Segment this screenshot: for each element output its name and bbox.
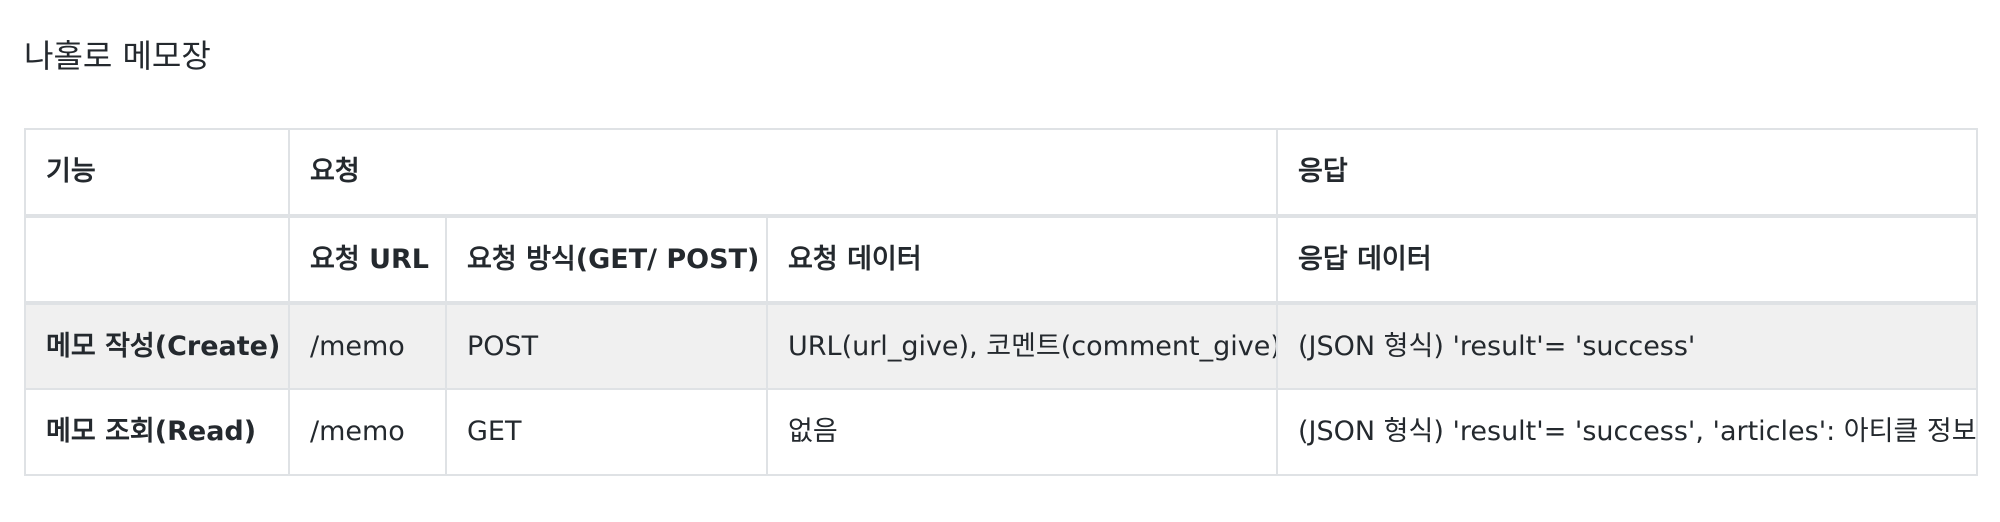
- header-response: 응답: [1276, 128, 1978, 217]
- table-body: 메모 작성(Create) /memo POST URL(url_give), …: [24, 301, 1978, 476]
- table-header: 기능 요청 응답 요청 URL 요청 방식(GET/ POST) 요청 데이터 …: [24, 128, 1978, 304]
- cell-method: POST: [445, 301, 768, 390]
- cell-response-data: (JSON 형식) 'result'= 'success': [1276, 301, 1978, 390]
- cell-feature: 메모 작성(Create): [24, 301, 290, 390]
- header-request: 요청: [288, 128, 1278, 217]
- subheader-request-method: 요청 방식(GET/ POST): [445, 214, 768, 304]
- subheader-request-data: 요청 데이터: [766, 214, 1278, 304]
- table-row: 메모 작성(Create) /memo POST URL(url_give), …: [24, 301, 1978, 390]
- cell-url: /memo: [288, 301, 447, 390]
- table-subheader-row: 요청 URL 요청 방식(GET/ POST) 요청 데이터 응답 데이터: [24, 214, 1978, 304]
- subheader-feature: [24, 214, 290, 304]
- cell-request-data: URL(url_give), 코멘트(comment_give): [766, 301, 1278, 390]
- subheader-request-url: 요청 URL: [288, 214, 447, 304]
- subheader-response-data: 응답 데이터: [1276, 214, 1978, 304]
- cell-response-data: (JSON 형식) 'result'= 'success', 'articles…: [1276, 388, 1978, 476]
- header-feature: 기능: [24, 128, 290, 217]
- table-header-row: 기능 요청 응답: [24, 128, 1978, 217]
- cell-request-data: 없음: [766, 388, 1278, 476]
- api-spec-table: 기능 요청 응답 요청 URL 요청 방식(GET/ POST) 요청 데이터 …: [24, 128, 1978, 476]
- table-row: 메모 조회(Read) /memo GET 없음 (JSON 형식) 'resu…: [24, 388, 1978, 476]
- cell-url: /memo: [288, 388, 447, 476]
- page-title: 나홀로 메모장: [24, 37, 211, 75]
- cell-method: GET: [445, 388, 768, 476]
- cell-feature: 메모 조회(Read): [24, 388, 290, 476]
